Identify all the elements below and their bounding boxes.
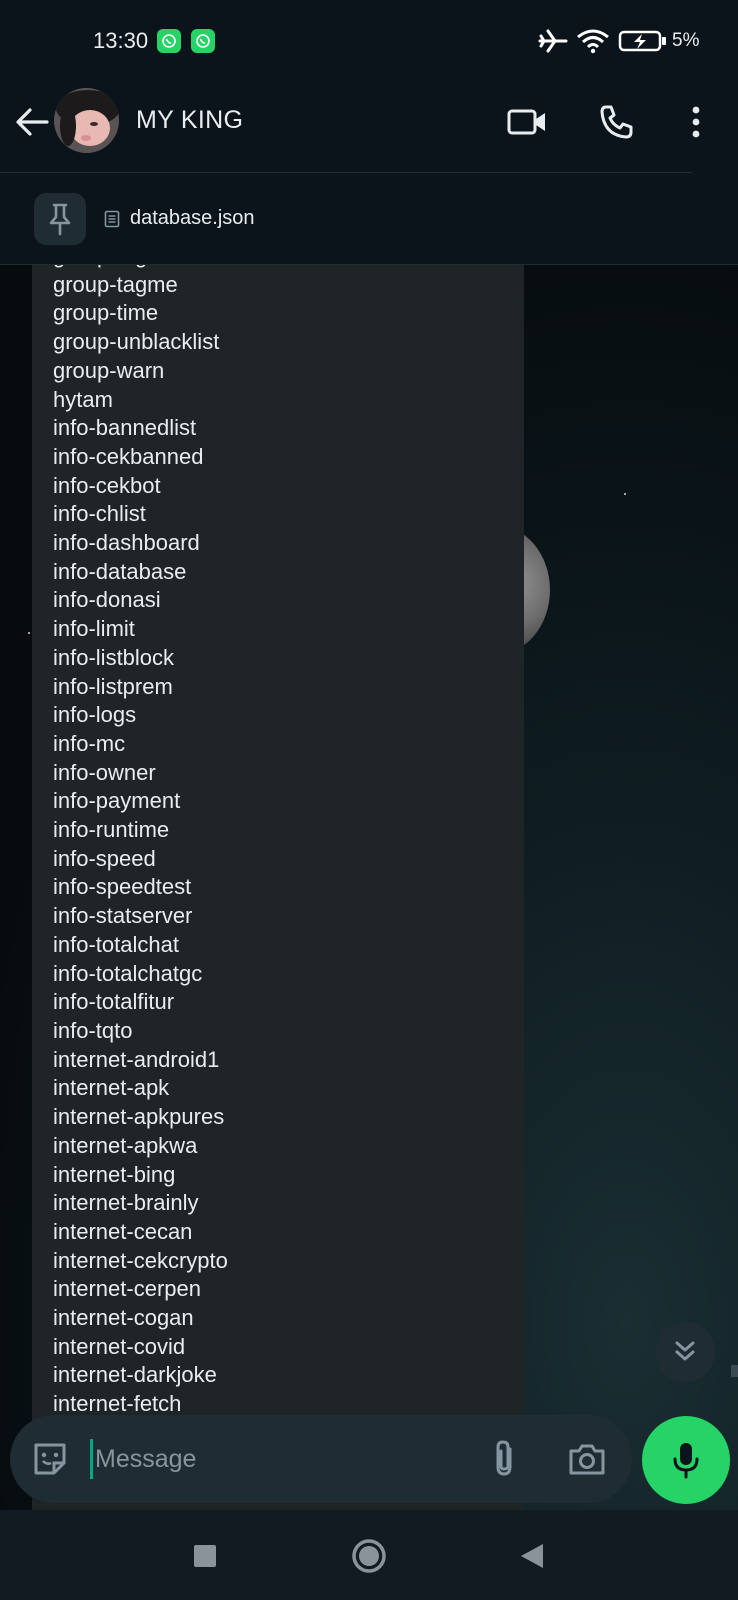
message-line: info-cekbot [53, 472, 161, 498]
battery-charging-icon [618, 28, 668, 59]
system-navigation-bar [0, 1510, 738, 1600]
camera-button[interactable] [565, 1437, 609, 1481]
battery-percentage: 5% [672, 30, 700, 51]
message-text: group-tagallgroup-tagmegroup-timegroup-u… [53, 265, 228, 1419]
home-circle-icon [352, 1539, 386, 1573]
message-line: info-totalfitur [53, 989, 175, 1015]
attach-button[interactable] [483, 1437, 527, 1481]
phone-call-icon [600, 105, 633, 139]
more-options-icon [692, 106, 700, 138]
message-line: group-time [53, 300, 159, 326]
voice-call-button[interactable] [592, 98, 640, 146]
recents-button[interactable] [183, 1534, 227, 1578]
emoji-button[interactable] [28, 1437, 72, 1481]
message-line: internet-bing [53, 1161, 176, 1187]
message-line: internet-cecan [53, 1218, 193, 1244]
recents-square-icon [194, 1545, 216, 1567]
status-time: 13:30 [93, 28, 149, 53]
message-line: info-cekbanned [53, 443, 204, 469]
message-line: hytam [53, 386, 113, 412]
message-line: internet-apkpures [53, 1104, 225, 1130]
contact-name[interactable]: MY KING [136, 106, 243, 135]
message-line: info-bannedlist [53, 415, 197, 441]
pinned-file-name: database.json [130, 207, 255, 229]
whatsapp-icon [191, 29, 215, 53]
message-line: info-listprem [53, 673, 173, 699]
message-line: info-mc [53, 730, 126, 756]
pin-button[interactable] [34, 193, 86, 245]
back-arrow-icon [16, 108, 49, 136]
wallpaper-star [624, 493, 626, 495]
video-call-button[interactable] [503, 98, 551, 146]
whatsapp-icon [157, 29, 181, 53]
message-line: info-speedtest [53, 874, 192, 900]
more-options-button[interactable] [672, 98, 720, 146]
back-button[interactable] [12, 102, 52, 142]
chat-area[interactable]: group-tagallgroup-tagmegroup-timegroup-u… [0, 265, 738, 1510]
message-bubble[interactable]: group-tagallgroup-tagmegroup-timegroup-u… [32, 265, 524, 1510]
message-line: info-database [53, 558, 187, 584]
message-line: info-logs [53, 702, 137, 728]
message-line: internet-darkjoke [53, 1362, 217, 1388]
message-line: group-warn [53, 357, 165, 383]
back-nav-button[interactable] [510, 1534, 554, 1578]
pinned-file[interactable]: database.json [104, 207, 255, 230]
scrollbar-thumb[interactable] [731, 1365, 738, 1377]
message-line: internet-apkwa [53, 1132, 198, 1158]
message-line: info-totalchat [53, 931, 179, 957]
message-line: internet-brainly [53, 1190, 199, 1216]
message-line: internet-apk [53, 1075, 170, 1101]
airplane-mode-icon [538, 28, 568, 59]
message-line: group-tagme [53, 271, 178, 297]
message-line: info-listblock [53, 644, 175, 670]
home-button[interactable] [347, 1534, 391, 1578]
message-line: info-payment [53, 788, 181, 814]
message-input[interactable] [90, 1439, 450, 1479]
sticker-emoji-icon [34, 1443, 66, 1475]
chat-header: MY KING [0, 80, 738, 173]
voice-record-button[interactable] [642, 1416, 730, 1504]
message-line: internet-covid [53, 1333, 186, 1359]
avatar[interactable] [54, 88, 119, 153]
microphone-icon [673, 1443, 699, 1479]
double-chevron-down-icon [675, 1341, 695, 1361]
message-line: info-statserver [53, 903, 193, 929]
message-line: internet-cekcrypto [53, 1247, 228, 1273]
message-line: info-speed [53, 845, 156, 871]
scroll-to-bottom-button[interactable] [655, 1322, 715, 1382]
status-bar: 13:30 5% [0, 0, 738, 80]
camera-icon [569, 1444, 605, 1475]
message-line: info-tqto [53, 1017, 133, 1043]
back-triangle-icon [521, 1544, 543, 1568]
message-line: info-owner [53, 759, 156, 785]
message-line: info-chlist [53, 501, 146, 527]
document-icon [104, 210, 120, 227]
message-line: internet-cogan [53, 1305, 194, 1331]
message-line: info-donasi [53, 587, 161, 613]
paperclip-icon [496, 1440, 512, 1476]
message-line: info-runtime [53, 817, 170, 843]
message-line: group-unblacklist [53, 329, 220, 355]
message-line: info-dashboard [53, 530, 200, 556]
message-line: internet-android1 [53, 1046, 220, 1072]
video-call-icon [507, 109, 545, 135]
message-line: info-limit [53, 616, 135, 642]
pinned-message-bar[interactable]: database.json [0, 173, 738, 265]
message-line: internet-cerpen [53, 1276, 201, 1302]
pin-icon [49, 203, 71, 236]
message-input-bar [10, 1415, 632, 1503]
wallpaper-star [28, 632, 30, 634]
wifi-icon [576, 28, 610, 59]
message-line: info-totalchatgc [53, 960, 203, 986]
